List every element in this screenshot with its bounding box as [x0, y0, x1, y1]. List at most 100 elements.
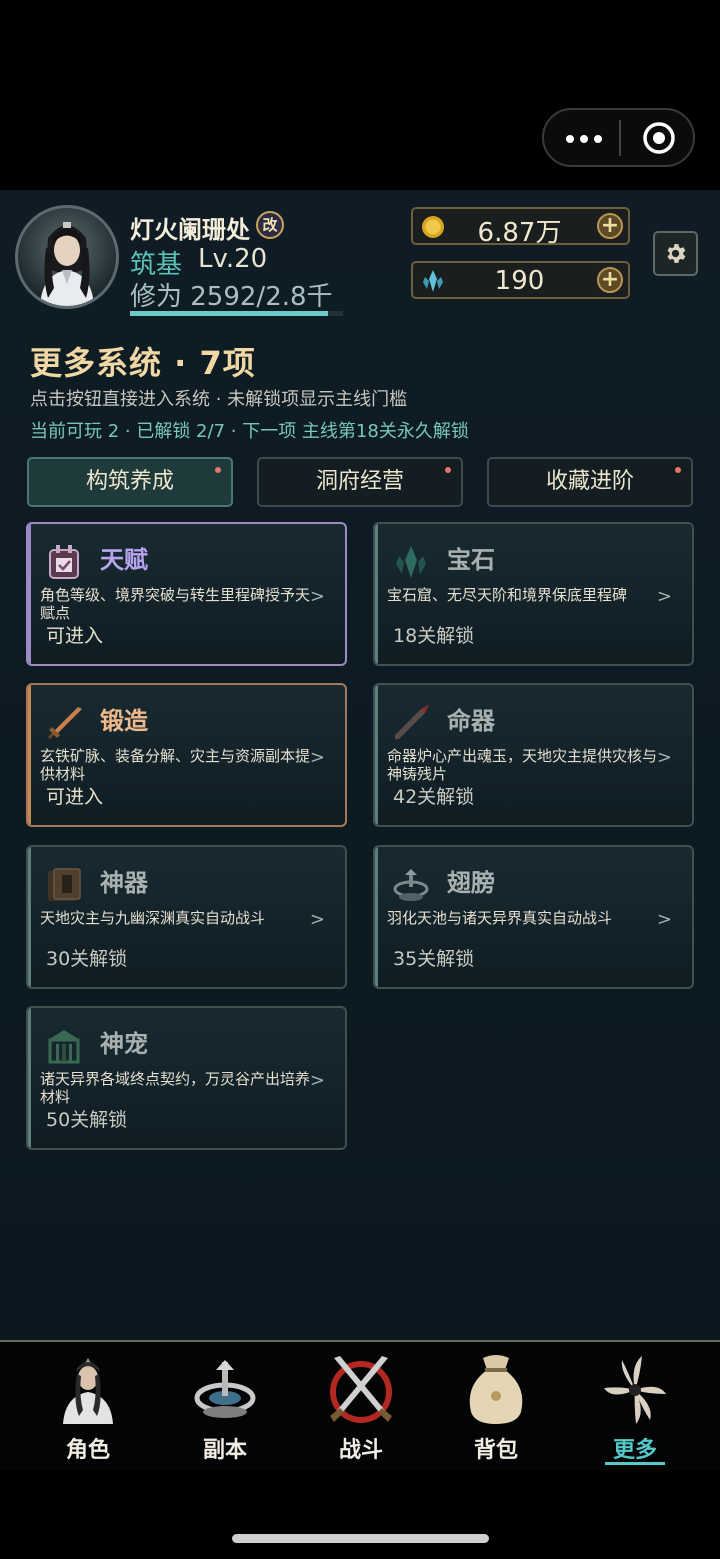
card-accent — [375, 524, 378, 664]
card-title: 锻造 — [100, 707, 148, 735]
mini-program-capsule — [542, 108, 695, 167]
altar-icon — [393, 869, 429, 901]
system-card-talent[interactable]: 天赋 角色等级、境界突破与转生里程碑授予天赋点 > 可进入 — [26, 522, 347, 666]
card-status: 42关解锁 — [393, 786, 475, 808]
nav-label: 更多 — [612, 1438, 657, 1463]
tab-cave[interactable]: 洞府经营 — [257, 457, 463, 507]
card-title: 天赋 — [100, 546, 148, 574]
page-subtitle: 点击按钮直接进入系统 · 未解锁项显示主线门槛 — [30, 389, 408, 410]
gear-icon — [667, 244, 686, 263]
home-indicator-area — [0, 1470, 720, 1559]
card-title: 神宠 — [100, 1030, 148, 1058]
chevron-right-icon: > — [309, 747, 325, 768]
home-indicator[interactable] — [232, 1534, 489, 1543]
cultivation-progress-bar — [130, 311, 343, 316]
card-status: 30关解锁 — [46, 948, 128, 970]
system-card-gem[interactable]: 宝石 宝石窟、无尽天阶和境界保底里程碑 > 18关解锁 — [373, 522, 694, 666]
capsule-divider — [619, 120, 621, 156]
book-icon — [48, 868, 81, 901]
nav-dungeon[interactable]: 副本 — [170, 1350, 280, 1465]
settings-button[interactable] — [653, 231, 698, 276]
tab-label: 构筑养成 — [85, 469, 174, 494]
notification-dot — [675, 467, 681, 473]
notification-dot — [215, 467, 221, 473]
progress-summary: 当前可玩 2 · 已解锁 2/7 · 下一项 主线第18关永久解锁 — [30, 421, 469, 442]
crystal-counter: 190 + — [411, 261, 630, 299]
card-accent — [375, 685, 378, 825]
player-level: Lv.20 — [198, 244, 268, 274]
talent-icon — [49, 545, 79, 579]
crystal-value: 190 — [494, 266, 545, 296]
system-card-forge[interactable]: 锻造 玄铁矿脉、装备分解、灾主与资源副本提供材料 > 可进入 — [26, 683, 347, 827]
card-accent — [28, 1008, 31, 1148]
spirit-crystal-icon — [423, 270, 443, 292]
nav-character[interactable]: 角色 — [33, 1350, 143, 1465]
card-title: 命器 — [447, 707, 495, 735]
card-description: 命器炉心产出魂玉，天地灾主提供灾核与神铸残片 — [387, 747, 658, 783]
card-accent — [28, 524, 31, 664]
notification-dot — [445, 467, 451, 473]
more-options-icon[interactable] — [566, 124, 606, 152]
nav-battle[interactable]: 战斗 — [306, 1350, 416, 1465]
system-card-divine-pet[interactable]: 神宠 诸天异界各域终点契约，万灵谷产出培养材料 > 50关解锁 — [26, 1006, 347, 1150]
chevron-right-icon: > — [309, 909, 325, 930]
player-name: 灯火阑珊处 — [130, 216, 250, 244]
nav-label: 战斗 — [338, 1438, 383, 1463]
card-description: 玄铁矿脉、装备分解、灾主与资源副本提供材料 — [40, 747, 311, 783]
cultivation-text: 修为 2592/2.8千 — [130, 282, 333, 312]
nav-label: 背包 — [473, 1438, 518, 1463]
rename-badge[interactable]: 改 — [256, 211, 284, 239]
tab-label: 收藏进阶 — [545, 469, 634, 494]
tab-collection[interactable]: 收藏进阶 — [487, 457, 693, 507]
card-accent — [28, 847, 31, 987]
card-title: 翅膀 — [447, 869, 495, 897]
card-status: 可进入 — [46, 786, 104, 808]
nav-label: 副本 — [202, 1438, 247, 1463]
card-description: 宝石窟、无尽天阶和境界保底里程碑 — [387, 586, 628, 604]
tab-label: 洞府经营 — [315, 469, 404, 494]
system-card-divine-artifact[interactable]: 神器 天地灾主与九幽深渊真实自动战斗 > 30关解锁 — [26, 845, 347, 989]
card-description: 羽化天池与诸天异界真实自动战斗 — [387, 909, 613, 927]
system-card-life-artifact[interactable]: 命器 命器炉心产出魂玉，天地灾主提供灾核与神铸残片 > 42关解锁 — [373, 683, 694, 827]
character-icon — [63, 1358, 113, 1424]
gold-coin-icon — [422, 216, 444, 238]
card-status: 18关解锁 — [393, 625, 475, 647]
gem-icon — [396, 546, 426, 578]
close-target-icon[interactable] — [642, 121, 676, 155]
bag-icon — [469, 1355, 523, 1424]
system-card-wings[interactable]: 翅膀 羽化天池与诸天异界真实自动战斗 > 35关解锁 — [373, 845, 694, 989]
add-crystal-button[interactable]: + — [597, 267, 623, 293]
shrine-icon — [48, 1030, 80, 1064]
nav-more[interactable]: 更多 — [580, 1350, 690, 1465]
active-underline — [605, 1462, 665, 1465]
avatar[interactable] — [15, 205, 119, 309]
card-accent — [375, 847, 378, 987]
add-gold-button[interactable]: + — [597, 213, 623, 239]
sword-icon — [48, 707, 82, 739]
card-description: 诸天异界各域终点契约，万灵谷产出培养材料 — [40, 1070, 311, 1106]
system-status-area — [0, 0, 720, 190]
battle-icon — [330, 1356, 392, 1423]
chevron-right-icon: > — [309, 586, 325, 607]
dungeon-icon — [194, 1360, 256, 1418]
more-icon — [604, 1356, 666, 1424]
chevron-right-icon: > — [656, 747, 672, 768]
gold-counter: 6.87万 + — [411, 207, 630, 248]
card-status: 50关解锁 — [46, 1109, 128, 1131]
chevron-right-icon: > — [656, 586, 672, 607]
card-title: 神器 — [100, 869, 148, 897]
card-status: 35关解锁 — [393, 948, 475, 970]
card-status: 可进入 — [46, 625, 104, 647]
nav-bag[interactable]: 背包 — [441, 1350, 551, 1465]
card-title: 宝石 — [447, 546, 495, 574]
spear-icon — [395, 705, 429, 739]
tab-build[interactable]: 构筑养成 — [27, 457, 233, 507]
chevron-right-icon: > — [309, 1070, 325, 1091]
card-description: 天地灾主与九幽深渊真实自动战斗 — [40, 909, 266, 927]
card-description: 角色等级、境界突破与转生里程碑授予天赋点 — [40, 586, 311, 622]
bottom-navigation: 角色 副本 战斗 背包 更多 — [0, 1340, 720, 1470]
card-accent — [28, 685, 31, 825]
avatar-portrait-icon — [40, 222, 94, 306]
gold-value: 6.87万 — [477, 218, 562, 248]
nav-label: 角色 — [65, 1438, 110, 1463]
